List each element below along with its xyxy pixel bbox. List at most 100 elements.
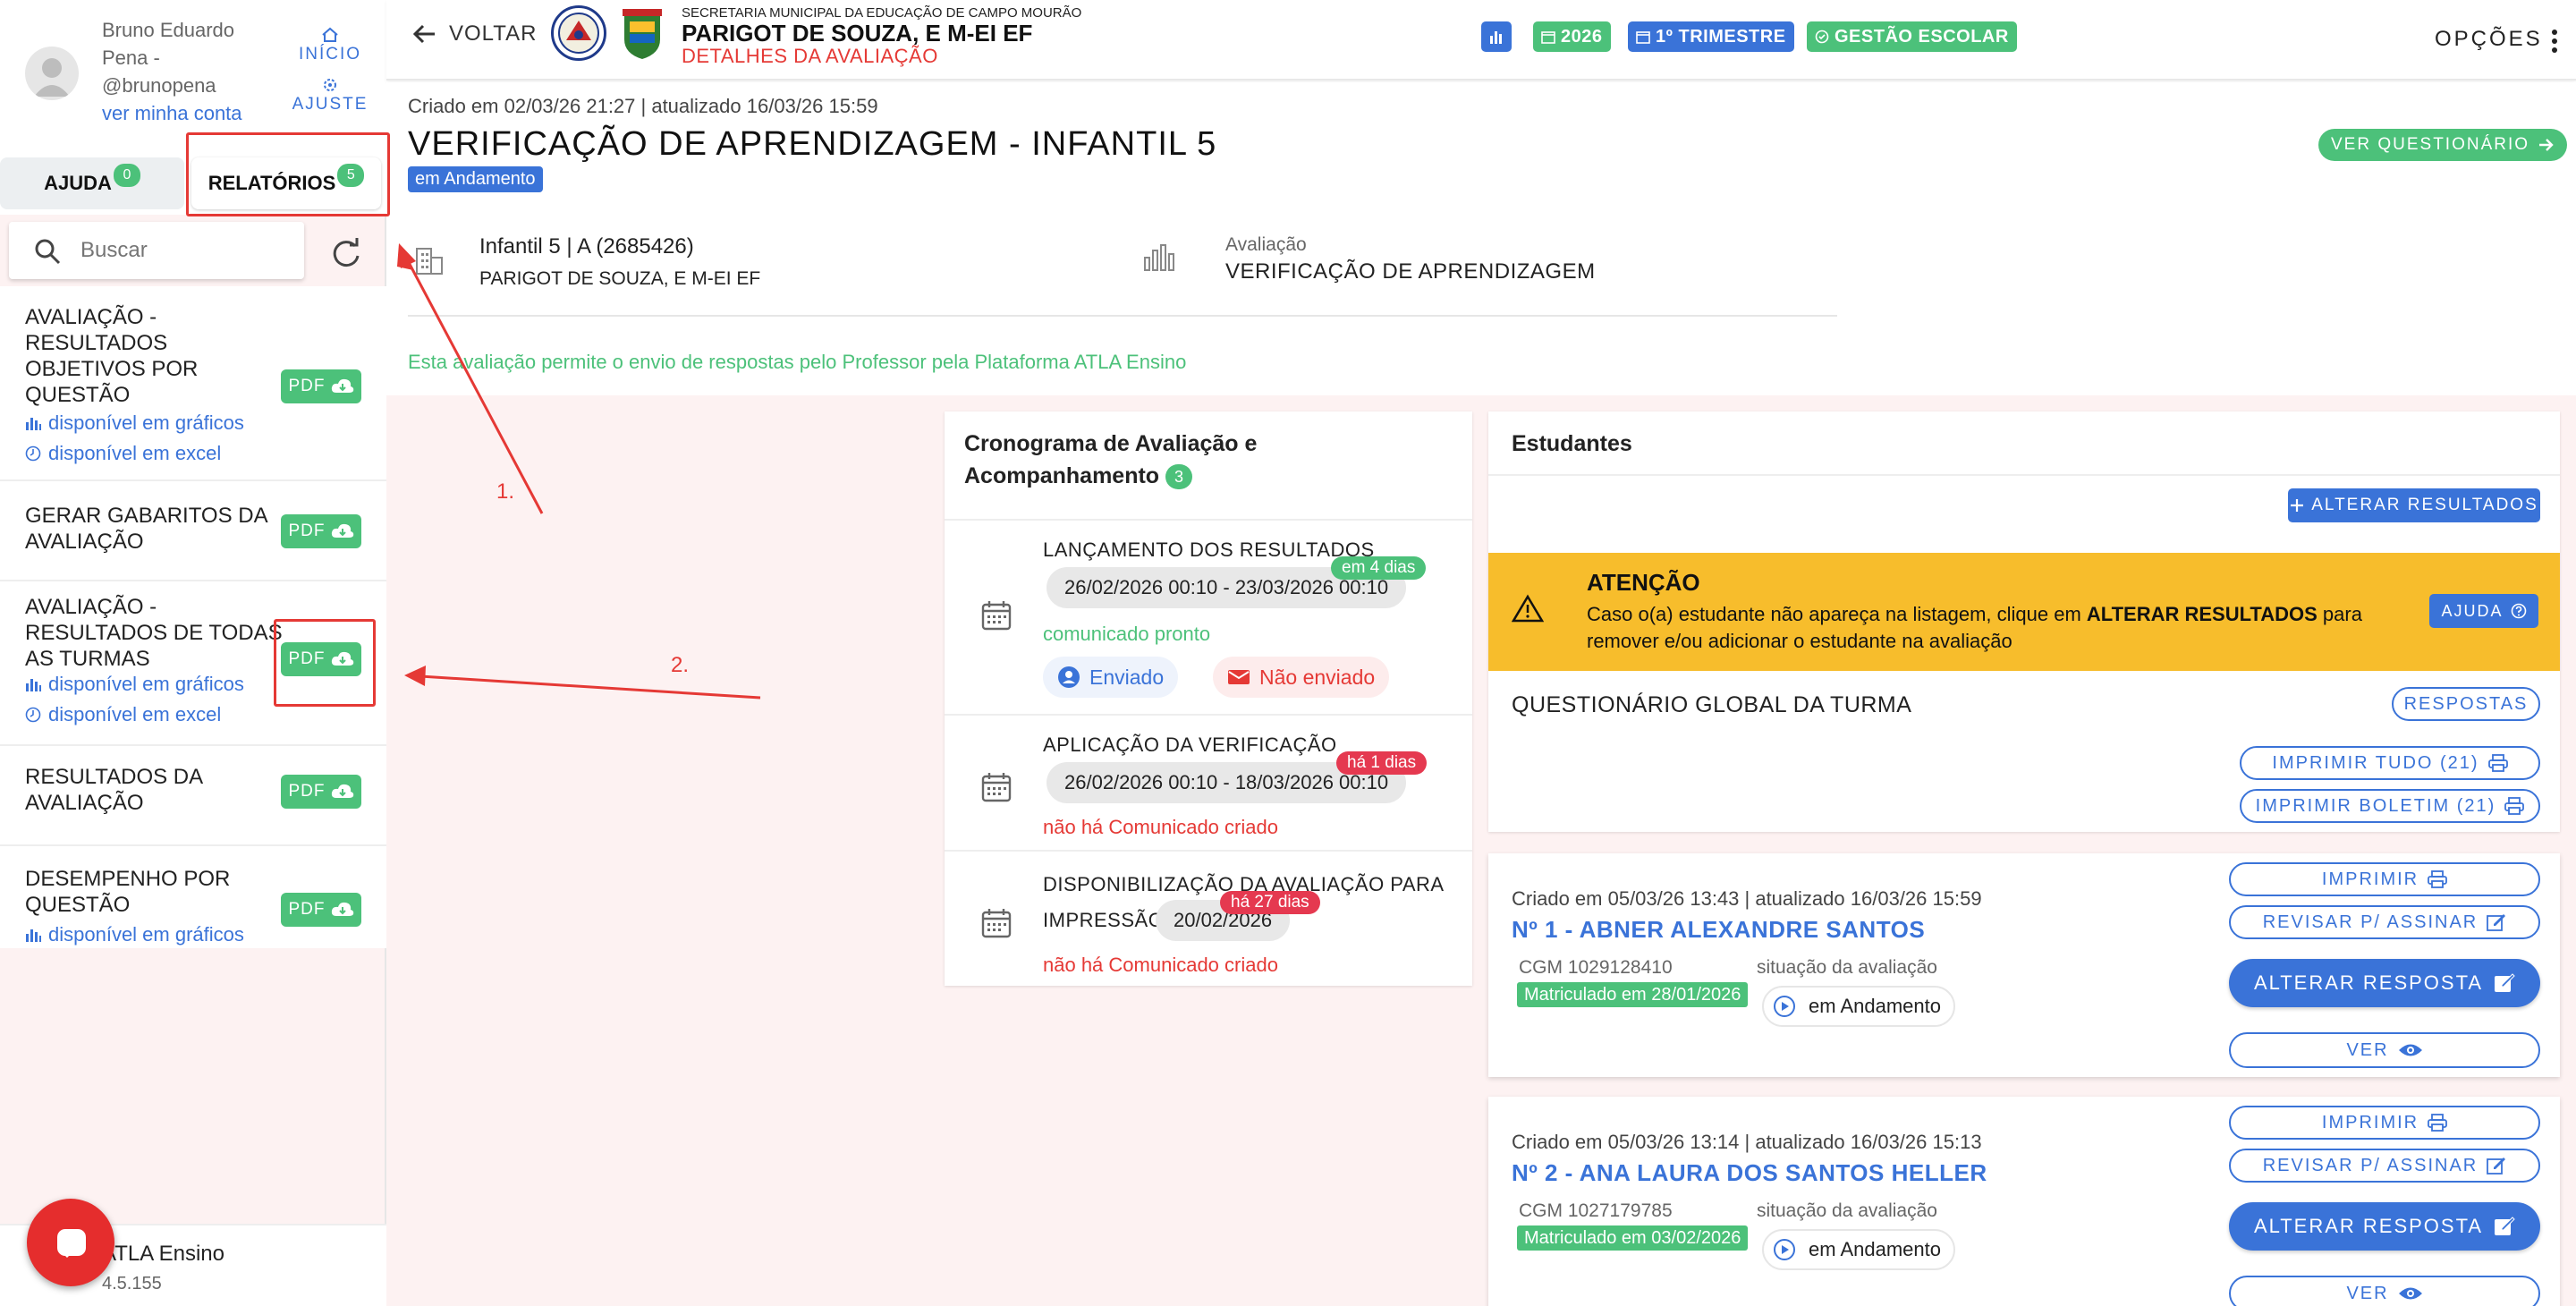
print-report-label: IMPRIMIR BOLETIM (21) <box>2255 795 2496 816</box>
term-chip[interactable]: 1º TRIMESTRE <box>1628 21 1794 52</box>
chart-chip[interactable] <box>1481 21 1512 52</box>
options-menu[interactable]: OPÇÕES <box>2435 27 2557 53</box>
mail-icon <box>1227 668 1250 686</box>
report-title: GERAR GABARITOS DA AVALIAÇÃO <box>25 504 267 554</box>
pdf-label: PDF <box>288 782 326 801</box>
print-label: IMPRIMIR <box>2321 869 2419 889</box>
student-name[interactable]: Nº 2 - ANA LAURA DOS SANTOS HELLER <box>1512 1159 1987 1187</box>
pdf-download-button[interactable]: PDF <box>281 514 361 548</box>
graphs-label: disponível em gráficos <box>48 411 244 434</box>
class-school: PARIGOT DE SOUZA, E M-EI EF <box>479 268 761 289</box>
back-label: VOLTAR <box>449 21 538 46</box>
not-sent-label: Não enviado <box>1259 666 1376 689</box>
clock-icon <box>25 445 41 462</box>
print-report-button[interactable]: IMPRIMIR BOLETIM (21) <box>2240 789 2540 823</box>
clock-icon <box>25 707 41 723</box>
check-circle-icon <box>1815 30 1829 44</box>
review-sign-button[interactable]: REVISAR P/ ASSINAR <box>2229 905 2540 939</box>
review-sign-button[interactable]: REVISAR P/ ASSINAR <box>2229 1149 2540 1183</box>
view-label: VER <box>2346 1039 2389 1060</box>
back-button[interactable]: VOLTAR <box>411 21 537 47</box>
help-button[interactable]: AJUDA <box>2429 594 2538 628</box>
secretariat-logo <box>551 5 606 61</box>
tab-help[interactable]: AJUDA 0 <box>0 157 184 209</box>
alter-answer-label: ALTERAR RESPOSTA <box>2253 971 2484 994</box>
student-card: Criado em 05/03/26 13:43 | atualizado 16… <box>1488 853 2560 1077</box>
schedule-status: não há Comunicado criado <box>1043 816 1278 838</box>
student-status: em Andamento <box>1762 1229 1955 1270</box>
answers-button[interactable]: RESPOSTAS <box>2392 687 2540 721</box>
view-label: VER <box>2346 1283 2389 1303</box>
refresh-icon[interactable] <box>326 233 367 274</box>
sent-chip[interactable]: Enviado <box>1043 657 1179 698</box>
avatar[interactable] <box>25 47 79 100</box>
created-info: Criado em 02/03/26 21:27 | atualizado 16… <box>408 95 878 117</box>
play-circle-icon <box>1773 1238 1796 1261</box>
year-chip[interactable]: 2026 <box>1533 21 1611 52</box>
print-button[interactable]: IMPRIMIR <box>2229 862 2540 896</box>
enrolled-badge: Matriculado em 28/01/2026 <box>1517 982 1749 1007</box>
student-status-label: em Andamento <box>1809 1238 1941 1260</box>
print-button[interactable]: IMPRIMIR <box>2229 1106 2540 1140</box>
excel-link[interactable]: disponível em excel <box>25 442 221 465</box>
arrow-right-icon <box>2538 138 2555 152</box>
graphs-link[interactable]: disponível em gráficos <box>25 673 244 696</box>
schedule-item: LANÇAMENTO DOS RESULTADOS 26/02/2026 00:… <box>945 521 1472 716</box>
view-button[interactable]: VER <box>2229 1032 2540 1068</box>
situation-label: situação da avaliação <box>1757 957 1937 978</box>
alert-text-bold: ALTERAR RESULTADOS <box>2086 603 2318 625</box>
excel-link[interactable]: disponível em excel <box>25 703 221 726</box>
schedule-item-title: LANÇAMENTO DOS RESULTADOS <box>1043 539 1375 561</box>
report-title: RESULTADOS DA AVALIAÇÃO <box>25 765 202 815</box>
account-link[interactable]: ver minha conta <box>102 102 242 125</box>
kebab-icon <box>2551 29 2558 54</box>
bar-chart-icon <box>1489 29 1504 45</box>
alter-answer-button[interactable]: ALTERAR RESPOSTA <box>2229 1202 2540 1251</box>
excel-label: disponível em excel <box>48 703 222 725</box>
pdf-label: PDF <box>288 377 326 395</box>
schedule-count: 3 <box>1165 464 1193 490</box>
graphs-link[interactable]: disponível em gráficos <box>25 411 244 435</box>
pdf-download-button[interactable]: PDF <box>281 775 361 809</box>
management-chip[interactable]: GESTÃO ESCOLAR <box>1807 21 2017 52</box>
schedule-status: não há Comunicado criado <box>1043 954 1278 976</box>
settings-button[interactable]: AJUSTE <box>290 77 370 114</box>
management-label: GESTÃO ESCOLAR <box>1835 26 2009 47</box>
printer-icon <box>2428 1114 2448 1132</box>
view-button[interactable]: VER <box>2229 1276 2540 1306</box>
report-title: AVALIAÇÃO - RESULTADOS DE TODAS AS TURMA… <box>25 595 283 671</box>
not-sent-chip[interactable]: Não enviado <box>1213 657 1390 698</box>
play-circle-icon <box>1773 995 1796 1018</box>
calendar-icon <box>1541 30 1555 44</box>
report-title: DESEMPENHO POR QUESTÃO <box>25 867 231 917</box>
divider <box>1488 474 2560 476</box>
student-created: Criado em 05/03/26 13:43 | atualizado 16… <box>1512 887 1982 910</box>
tab-help-label: AJUDA <box>44 172 112 194</box>
chat-button[interactable] <box>27 1199 114 1286</box>
student-status-label: em Andamento <box>1809 995 1941 1017</box>
home-button[interactable]: INÍCIO <box>290 27 370 64</box>
search-input[interactable] <box>80 234 286 267</box>
alter-results-button[interactable]: ALTERAR RESULTADOS <box>2288 488 2540 522</box>
view-questionnaire-button[interactable]: VER QUESTIONÁRIO <box>2318 129 2568 161</box>
main-content: Cronograma de Avaliação e Acompanhamento… <box>386 395 2576 1306</box>
year-label: 2026 <box>1561 26 1603 47</box>
evaluation-info: Avaliação VERIFICAÇÃO DE APRENDIZAGEM <box>1127 234 1837 317</box>
graphs-link[interactable]: disponível em gráficos <box>25 923 244 946</box>
schedule-tag: em 4 dias <box>1331 556 1427 580</box>
print-all-button[interactable]: IMPRIMIR TUDO (21) <box>2240 746 2540 780</box>
evaluation-value: VERIFICAÇÃO DE APRENDIZAGEM <box>1225 259 1596 284</box>
graphs-label: disponível em gráficos <box>48 673 244 695</box>
pdf-download-button[interactable]: PDF <box>281 369 361 403</box>
alter-answer-button[interactable]: ALTERAR RESPOSTA <box>2229 959 2540 1007</box>
edit-icon <box>2494 973 2515 993</box>
schedule-tag: há 27 dias <box>1220 891 1320 914</box>
class-info: Infantil 5 | A (2685426) PARIGOT DE SOUZ… <box>408 234 1132 317</box>
calendar-icon <box>980 771 1013 803</box>
print-label: IMPRIMIR <box>2321 1112 2419 1132</box>
student-name[interactable]: Nº 1 - ABNER ALEXANDRE SANTOS <box>1512 916 1925 944</box>
schedule-title-text: Cronograma de Avaliação e Acompanhamento <box>964 431 1258 488</box>
pdf-download-button[interactable]: PDF <box>281 893 361 927</box>
schedule-title: Cronograma de Avaliação e Acompanhamento… <box>964 428 1340 492</box>
bar-chart-icon <box>25 927 41 943</box>
